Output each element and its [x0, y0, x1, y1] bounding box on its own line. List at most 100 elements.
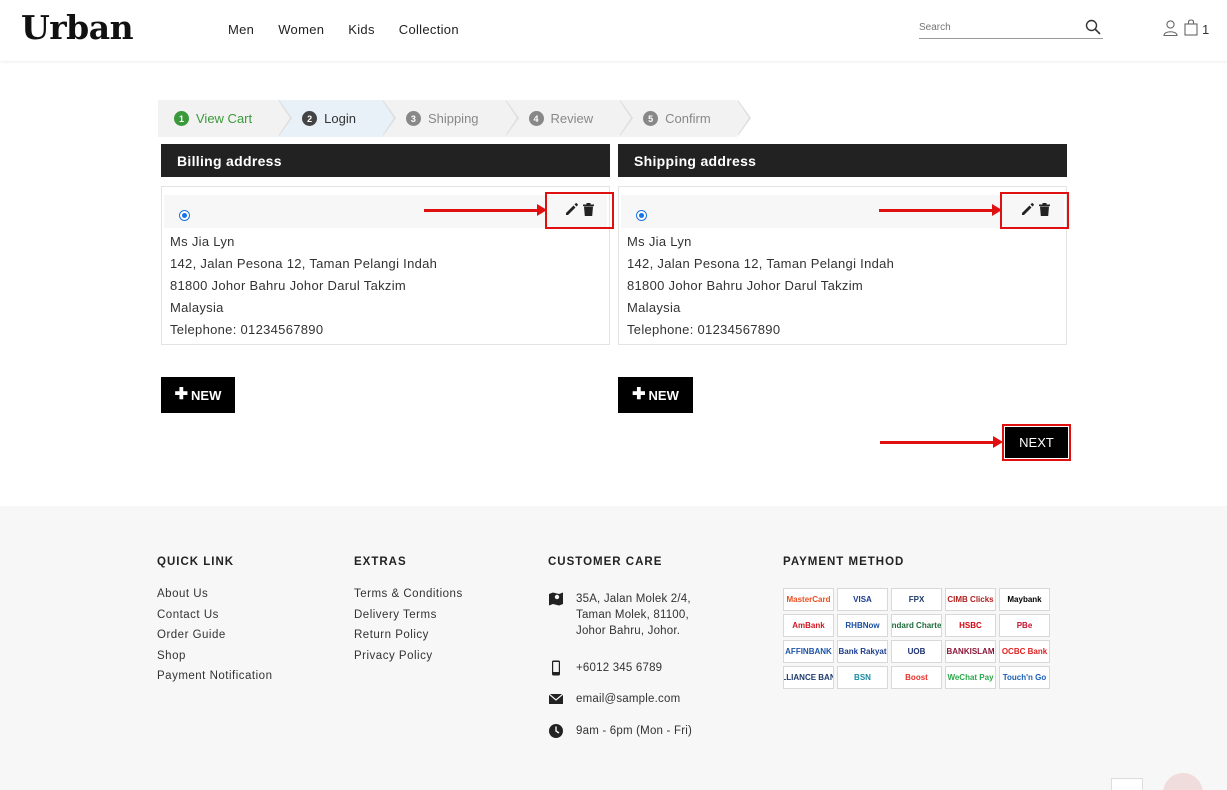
footer-link-contact[interactable]: Contact Us — [157, 609, 272, 621]
payment-logo: BANKISLAM — [945, 640, 996, 663]
payment-logo: CIMB Clicks — [945, 588, 996, 611]
payment-logo: Standard Chartered — [891, 614, 942, 637]
footer-link-payment-notification[interactable]: Payment Notification — [157, 670, 272, 682]
step-number: 3 — [405, 111, 421, 126]
care-hours: 9am - 6pm (Mon - Fri) — [548, 723, 692, 739]
footer-link-privacy[interactable]: Privacy Policy — [354, 650, 463, 662]
main-nav: Men Women Kids Collection — [228, 22, 483, 37]
address-country: Malaysia — [170, 300, 224, 315]
footer-link-delivery[interactable]: Delivery Terms — [354, 609, 463, 621]
step-shipping[interactable]: 3 Shipping — [381, 100, 519, 137]
address-line1: 142, Jalan Pesona 12, Taman Pelangi Inda… — [627, 256, 895, 271]
highlight-box-billing-actions — [545, 192, 614, 229]
new-shipping-address-button[interactable]: ✚ NEW — [618, 377, 693, 413]
step-view-cart[interactable]: 1 View Cart — [158, 100, 293, 137]
payment-logo: Maybank — [999, 588, 1050, 611]
step-confirm[interactable]: 5 Confirm — [619, 100, 751, 137]
footer-customer-care: CUSTOMER CARE 35A, Jalan Molek 2/4, Tama… — [548, 556, 768, 776]
billing-address-radio[interactable] — [179, 210, 190, 221]
address-name: Ms Jia Lyn — [170, 234, 235, 249]
step-number: 2 — [302, 111, 318, 126]
care-address: 35A, Jalan Molek 2/4, Taman Molek, 81100… — [548, 591, 691, 639]
clock-icon — [549, 724, 563, 738]
care-address-line: Johor Bahru, Johor. — [576, 625, 681, 637]
address-country: Malaysia — [627, 300, 681, 315]
footer-heading: EXTRAS — [354, 556, 407, 568]
button-label: NEW — [191, 387, 222, 403]
payment-logo: FPX — [891, 588, 942, 611]
shipping-address-radio[interactable] — [636, 210, 647, 221]
footer-link-shop[interactable]: Shop — [157, 650, 272, 662]
footer-link-return[interactable]: Return Policy — [354, 629, 463, 641]
care-email: email@sample.com — [548, 691, 680, 707]
site-footer: QUICK LINK About Us Contact Us Order Gui… — [0, 506, 1227, 790]
shipping-address-header: Shipping address — [618, 144, 1067, 177]
envelope-icon — [548, 693, 564, 704]
payment-logo: ALLIANCE BANK — [783, 666, 834, 689]
user-icon[interactable] — [1163, 20, 1178, 36]
billing-address-header: Billing address — [161, 144, 610, 177]
payment-logo: HSBC — [945, 614, 996, 637]
payment-logo: Bank Rakyat — [837, 640, 888, 663]
step-login[interactable]: 2 Login — [278, 100, 396, 137]
site-logo[interactable]: Urban — [21, 8, 134, 47]
footer-heading: QUICK LINK — [157, 556, 235, 568]
billing-address-text: Ms Jia Lyn 142, Jalan Pesona 12, Taman P… — [170, 231, 437, 341]
button-label: NEW — [648, 387, 679, 403]
nav-men[interactable]: Men — [228, 22, 254, 37]
step-label: Review — [550, 111, 594, 126]
address-line2: 81800 Johor Bahru Johor Darul Takzim — [627, 278, 864, 293]
cart-count: 1 — [1202, 22, 1210, 37]
address-phone: Telephone: 01234567890 — [627, 322, 781, 337]
annotation-arrow — [880, 436, 1003, 448]
care-hours-text: 9am - 6pm (Mon - Fri) — [576, 725, 693, 737]
payment-logos-grid: MasterCard VISA FPX CIMB Clicks Maybank AmBan… — [783, 588, 1050, 689]
step-label: Shipping — [427, 111, 479, 126]
payment-logo: Touch'n Go — [999, 666, 1050, 689]
footer-heading: CUSTOMER CARE — [548, 556, 663, 568]
footer-link-terms[interactable]: Terms & Conditions — [354, 588, 463, 600]
care-phone-text[interactable]: +6012 345 6789 — [576, 660, 662, 676]
annotation-arrow — [424, 204, 547, 216]
scroll-up-tab[interactable] — [1111, 778, 1143, 790]
map-icon — [549, 592, 563, 606]
shopping-bag-icon[interactable] — [1184, 19, 1198, 36]
step-label: Login — [324, 111, 356, 126]
footer-link-order-guide[interactable]: Order Guide — [157, 629, 272, 641]
payment-logo: WeChat Pay — [945, 666, 996, 689]
footer-payment-method: PAYMENT METHOD MasterCard VISA FPX CIMB Cli… — [783, 556, 1053, 689]
care-address-line: 35A, Jalan Molek 2/4, — [576, 593, 691, 605]
plus-icon: ✚ — [632, 386, 646, 403]
step-label: View Cart — [196, 111, 253, 126]
step-number: 1 — [174, 111, 189, 126]
new-billing-address-button[interactable]: ✚ NEW — [161, 377, 235, 413]
checkout-steps: 1 View Cart 2 Login 3 Shipping 4 Review … — [158, 100, 751, 137]
search-icon[interactable] — [1085, 19, 1101, 35]
footer-quick-link: QUICK LINK About Us Contact Us Order Gui… — [157, 556, 272, 691]
address-line1: 142, Jalan Pesona 12, Taman Pelangi Inda… — [170, 256, 438, 271]
plus-icon: ✚ — [174, 386, 189, 403]
search-input[interactable] — [919, 17, 1079, 38]
shipping-address-text: Ms Jia Lyn 142, Jalan Pesona 12, Taman P… — [627, 231, 894, 341]
care-address-line: Taman Molek, 81100, — [576, 609, 689, 621]
nav-kids[interactable]: Kids — [348, 22, 375, 37]
step-number: 5 — [643, 111, 659, 126]
next-button[interactable]: NEXT — [1005, 427, 1068, 458]
payment-logo: MasterCard — [783, 588, 834, 611]
step-number: 4 — [528, 111, 544, 126]
footer-link-about[interactable]: About Us — [157, 588, 272, 600]
payment-logo: VISA — [837, 588, 888, 611]
step-review[interactable]: 4 Review — [504, 100, 633, 137]
payment-logo: OCBC Bank — [999, 640, 1050, 663]
annotation-arrow — [879, 204, 1002, 216]
nav-collection[interactable]: Collection — [399, 22, 459, 37]
mobile-phone-icon — [552, 660, 560, 676]
search-box — [919, 17, 1103, 39]
payment-logo: AmBank — [783, 614, 834, 637]
address-phone: Telephone: 01234567890 — [170, 322, 324, 337]
payment-logo: RHBNow — [837, 614, 888, 637]
care-email-text[interactable]: email@sample.com — [576, 691, 680, 707]
highlight-box-shipping-actions — [1000, 192, 1069, 229]
nav-women[interactable]: Women — [278, 22, 324, 37]
payment-logo: PBe — [999, 614, 1050, 637]
